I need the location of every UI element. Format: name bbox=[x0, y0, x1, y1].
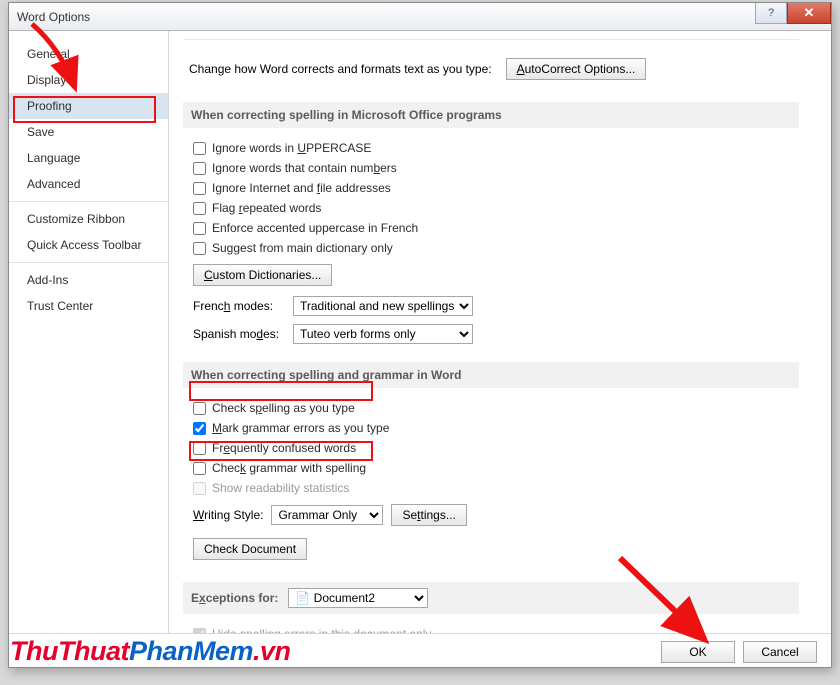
french-modes-select[interactable]: Traditional and new spellings bbox=[293, 296, 473, 316]
sidebar-item-quick-access-toolbar[interactable]: Quick Access Toolbar bbox=[9, 232, 168, 258]
checkbox-enforce-accented[interactable] bbox=[193, 222, 206, 235]
exceptions-document-select[interactable]: 📄 Document2 bbox=[288, 588, 428, 608]
window-title: Word Options bbox=[17, 10, 90, 24]
sidebar-item-language[interactable]: Language bbox=[9, 145, 168, 171]
help-button[interactable]: ? bbox=[755, 3, 787, 24]
section-heading-word: When correcting spelling and grammar in … bbox=[183, 362, 799, 388]
checkbox-hide-spelling-errors bbox=[193, 628, 206, 634]
titlebar: Word Options ? ✕ bbox=[9, 3, 831, 31]
cancel-button[interactable]: Cancel bbox=[743, 641, 817, 663]
checkbox-ignore-numbers[interactable] bbox=[193, 162, 206, 175]
checkbox-ignore-uppercase[interactable] bbox=[193, 142, 206, 155]
word-options-dialog: Word Options ? ✕ General Display Proofin… bbox=[8, 2, 832, 668]
ok-button[interactable]: OK bbox=[661, 641, 735, 663]
french-modes-label: French modes: bbox=[193, 299, 285, 313]
sidebar-item-customize-ribbon[interactable]: Customize Ribbon bbox=[9, 206, 168, 232]
custom-dictionaries-button[interactable]: Custom Dictionaries... bbox=[193, 264, 332, 286]
sidebar-item-advanced[interactable]: Advanced bbox=[9, 171, 168, 197]
sidebar-item-display[interactable]: Display bbox=[9, 67, 168, 93]
checkbox-frequently-confused[interactable] bbox=[193, 442, 206, 455]
sidebar-item-trust-center[interactable]: Trust Center bbox=[9, 293, 168, 319]
sidebar-item-save[interactable]: Save bbox=[9, 119, 168, 145]
writing-style-label: Writing Style: bbox=[193, 508, 263, 522]
checkbox-check-spelling[interactable] bbox=[193, 402, 206, 415]
settings-button[interactable]: Settings... bbox=[391, 504, 466, 526]
writing-style-select[interactable]: Grammar Only bbox=[271, 505, 383, 525]
close-button[interactable]: ✕ bbox=[787, 3, 831, 24]
sidebar: General Display Proofing Save Language A… bbox=[9, 31, 169, 633]
window-buttons: ? ✕ bbox=[755, 3, 831, 24]
sidebar-item-general[interactable]: General bbox=[9, 41, 168, 67]
scroll-area[interactable]: Change how Word corrects and formats tex… bbox=[183, 37, 831, 633]
check-document-button[interactable]: Check Document bbox=[193, 538, 307, 560]
spanish-modes-label: Spanish modes: bbox=[193, 327, 285, 341]
spanish-modes-select[interactable]: Tuteo verb forms only bbox=[293, 324, 473, 344]
autocorrect-options-button[interactable]: AutoCorrect Options... bbox=[506, 58, 647, 80]
watermark: ThuThuatPhanMem.vn bbox=[10, 636, 291, 667]
checkbox-flag-repeated[interactable] bbox=[193, 202, 206, 215]
sidebar-item-proofing[interactable]: Proofing bbox=[9, 93, 168, 119]
checkbox-readability bbox=[193, 482, 206, 495]
checkbox-main-dictionary[interactable] bbox=[193, 242, 206, 255]
checkbox-ignore-internet[interactable] bbox=[193, 182, 206, 195]
section-heading-exceptions: Exceptions for: 📄 Document2 bbox=[183, 582, 799, 614]
checkbox-mark-grammar[interactable] bbox=[193, 422, 206, 435]
content-pane: Change how Word corrects and formats tex… bbox=[169, 31, 831, 633]
sidebar-item-add-ins[interactable]: Add-Ins bbox=[9, 267, 168, 293]
intro-text: Change how Word corrects and formats tex… bbox=[189, 62, 492, 76]
section-heading-office: When correcting spelling in Microsoft Of… bbox=[183, 102, 799, 128]
checkbox-check-grammar-spelling[interactable] bbox=[193, 462, 206, 475]
